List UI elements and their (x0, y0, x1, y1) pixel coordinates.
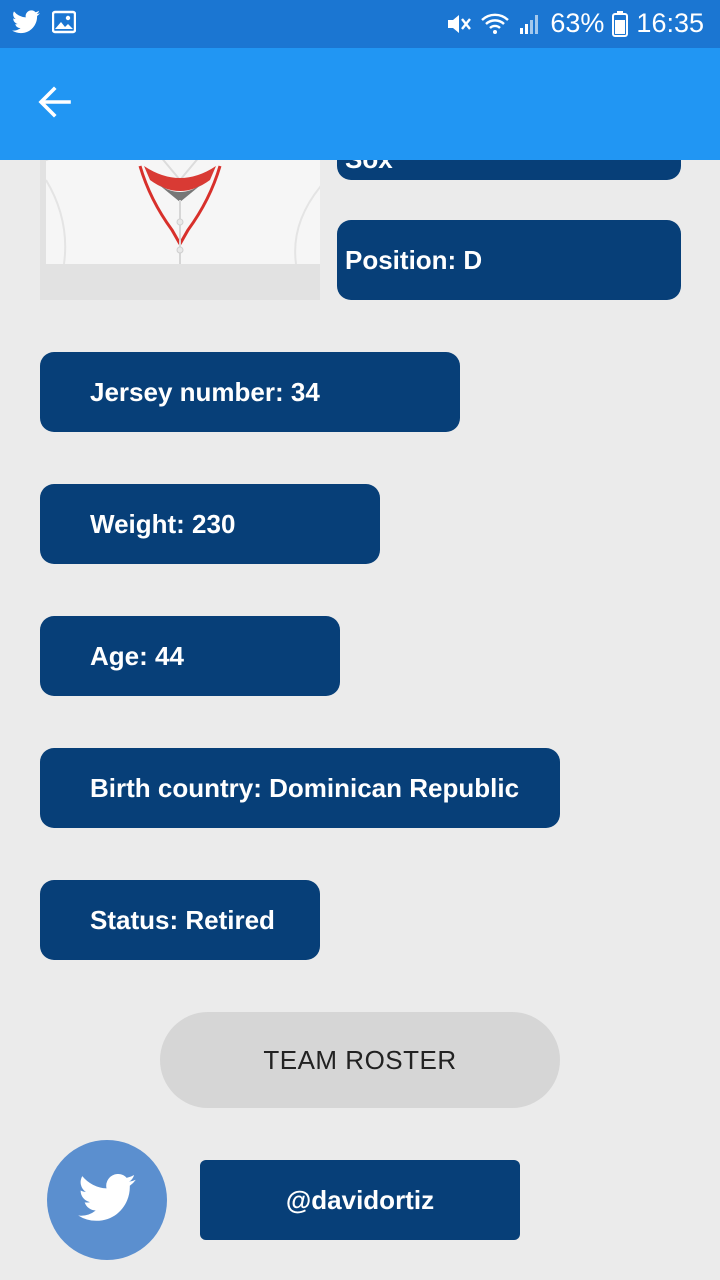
twitter-icon (78, 1173, 136, 1227)
player-details: Sox Position: D Jersey number: 34 Weight… (0, 160, 720, 1280)
jersey-number-label: Jersey number: 34 (40, 352, 460, 432)
age-label: Age: 44 (40, 616, 340, 696)
back-button[interactable] (26, 78, 82, 130)
weight-label: Weight: 230 (40, 484, 380, 564)
status-bar-notifications (12, 10, 76, 34)
image-notification-icon (52, 10, 76, 34)
player-photo (40, 160, 320, 300)
app-bar (0, 48, 720, 160)
team-roster-button[interactable]: TEAM ROSTER (160, 1012, 560, 1108)
clock: 16:35 (636, 8, 704, 38)
signal-icon (518, 12, 542, 36)
twitter-notification-icon (12, 10, 40, 34)
wifi-icon (480, 12, 510, 36)
battery-percent: 63% (550, 8, 605, 38)
team-name-label: Sox (337, 160, 681, 180)
status-bar: 63% 16:35 (0, 0, 720, 48)
status-bar-system: 63% 16:35 (446, 8, 704, 39)
twitter-button[interactable] (47, 1140, 167, 1260)
birth-country-label: Birth country: Dominican Republic (40, 748, 560, 828)
battery-icon (612, 10, 629, 37)
mute-icon (446, 12, 472, 36)
arrow-back-icon (37, 85, 71, 123)
status-label: Status: Retired (40, 880, 320, 960)
position-label: Position: D (337, 220, 681, 300)
twitter-handle-button[interactable]: @davidortiz (200, 1160, 520, 1240)
